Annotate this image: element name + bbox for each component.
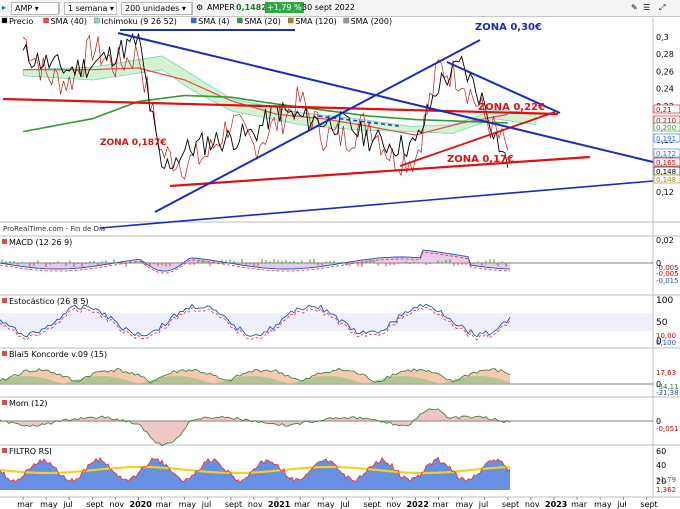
price-axis-tick: 0,26: [656, 67, 674, 76]
stochastic-axis-tick: 50: [656, 318, 668, 328]
trendline-long-support: [99, 180, 654, 229]
price-badge: 0,148: [656, 176, 676, 184]
koncorde-badge: 17,63: [656, 369, 676, 377]
x-axis-label: mar: [17, 500, 34, 509]
x-axis-label: jul: [616, 500, 627, 509]
panel-title: Mom (12): [9, 399, 48, 408]
x-axis-label: nov: [386, 500, 401, 509]
legend-label: SMA (20): [244, 17, 280, 26]
panel-title: Estocástico (26 8 5): [9, 297, 89, 306]
x-axis-label: jul: [201, 500, 212, 509]
panel-title-swatch: [2, 351, 7, 356]
x-axis-label: may: [40, 500, 58, 509]
legend-swatch: [237, 17, 243, 24]
rsi-badge: 31,79: [656, 476, 676, 484]
legend-label: SMA (4): [198, 17, 229, 26]
x-axis-label: 2022: [407, 500, 429, 509]
x-axis-label: mar: [294, 500, 311, 509]
price-badge: 0,200: [656, 124, 676, 132]
x-axis-label: sept: [640, 500, 657, 509]
chart-window: ▸ AMP ▾ 1 semana ▾ 200 unidades ▾ ⚙ AMPE…: [0, 0, 680, 509]
stochastic-badge: 6,100: [656, 339, 676, 347]
x-axis-label: nov: [109, 500, 124, 509]
legend-label: SMA (200): [351, 17, 393, 26]
rsi-badge: 1,362: [656, 486, 676, 494]
stock-chart[interactable]: Precio SMA (40) Ichimoku (9 26 52) SMA (4) S…: [0, 0, 680, 509]
x-axis-label: 2023: [545, 500, 567, 509]
x-axis-label: may: [179, 500, 197, 509]
x-axis-label: 2021: [268, 500, 291, 509]
panel-title: MACD (12 26 9): [9, 238, 72, 247]
legend-swatch: [343, 17, 349, 24]
panel-title: Blai5 Koncorde v.09 (15): [9, 350, 107, 359]
price-badge: 0,21: [656, 106, 672, 114]
source-note: ProRealTime.com - Fin de Día: [3, 225, 105, 233]
price-badge: 0,165: [656, 159, 676, 167]
x-axis-label: jul: [478, 500, 489, 509]
legend-swatch: [288, 17, 294, 24]
annotation-zona-030: ZONA 0,30€: [475, 22, 542, 33]
annotation-zona-0187: ZONA 0,187€: [100, 138, 167, 148]
panel-title-swatch: [2, 448, 7, 453]
x-axis-label: may: [594, 500, 612, 509]
x-axis-label: jul: [339, 500, 350, 509]
legend-label: SMA (40): [51, 17, 87, 26]
x-axis-label: may: [317, 500, 335, 509]
x-axis-label: mar: [571, 500, 588, 509]
trendline-descending-blue: [117, 32, 654, 163]
rsi-axis-tick: 40: [656, 461, 666, 470]
x-axis-label: nov: [248, 500, 263, 509]
price-badge: 0,172: [656, 150, 676, 158]
panel-title-swatch: [2, 400, 7, 405]
legend-label: Precio: [9, 17, 33, 26]
momentum-badge: -0,051: [656, 425, 679, 433]
legend-swatch: [1, 17, 8, 24]
price-axis-tick: 0,3: [656, 33, 669, 42]
legend-swatch: [43, 17, 49, 24]
x-axis-label: mar: [156, 500, 173, 509]
legend-swatch: [94, 17, 100, 24]
koncorde-badge: -31,38: [656, 389, 679, 397]
panel-title-swatch: [2, 298, 7, 303]
rsi-axis-tick: 60: [656, 447, 666, 456]
panel-title-swatch: [2, 239, 7, 244]
legend-label: Ichimoku (9 26 52): [101, 17, 177, 26]
x-axis-label: mar: [433, 500, 450, 509]
price-axis-tick: 0,12: [656, 188, 674, 197]
price-axis-tick: 0,28: [656, 50, 674, 59]
annotation-zona-017: ZONA 0,17€: [447, 154, 514, 165]
x-axis-label: jul: [62, 500, 73, 509]
momentum-area: [0, 408, 510, 446]
annotation-zona-022: ZONA 0,22€: [478, 102, 545, 113]
stochastic-band: [0, 313, 653, 331]
x-axis-label: sept: [502, 500, 519, 509]
macd-badge: -0,015: [656, 277, 679, 285]
x-axis-label: sept: [363, 500, 380, 509]
x-axis-label: nov: [525, 500, 540, 509]
x-axis-label: sept: [86, 500, 103, 509]
panel-title: FILTRO RSI: [9, 447, 52, 456]
x-axis-label: sept: [225, 500, 242, 509]
macd-axis-tick: 0,02: [656, 236, 674, 245]
legend-swatch: [190, 17, 197, 24]
x-axis-label: 2020: [130, 500, 153, 509]
legend-label: SMA (120): [295, 17, 337, 26]
x-axis-label: may: [456, 500, 474, 509]
price-axis-tick: 0,24: [656, 85, 674, 94]
price-badge: 0,191: [656, 135, 676, 143]
stochastic-axis-tick: 100: [656, 296, 673, 306]
